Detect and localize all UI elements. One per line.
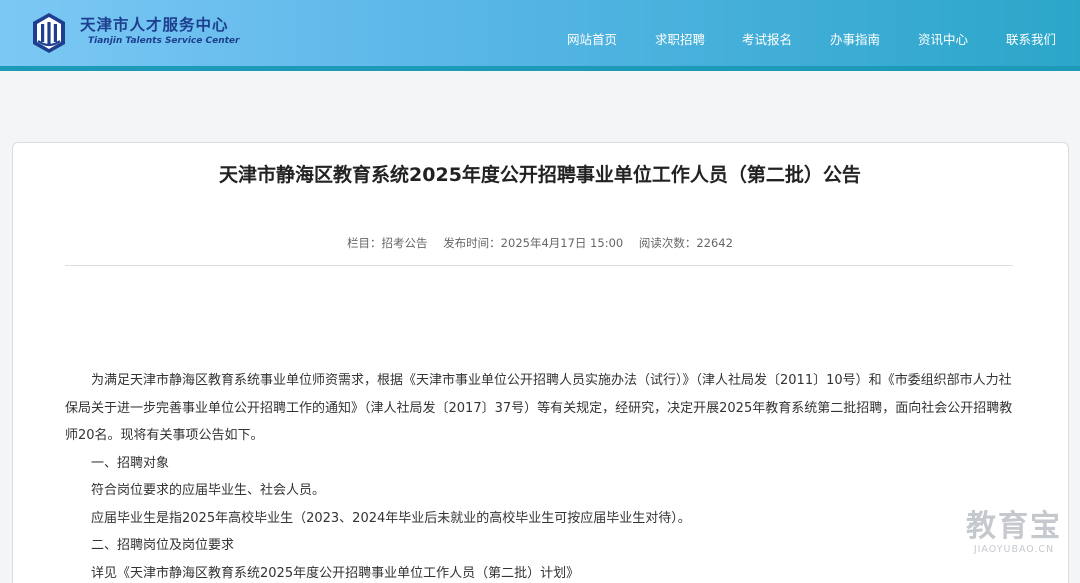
nav-contact-us[interactable]: 联系我们	[1006, 29, 1056, 48]
watermark-cn: 教育宝	[966, 509, 1062, 544]
article-body: 为满足天津市静海区教育系统事业单位师资需求，根据《天津市事业单位公开招聘人员实施…	[65, 367, 1013, 583]
article-category: 栏目：招考公告	[347, 236, 428, 250]
nav-job-recruitment[interactable]: 求职招聘	[655, 29, 705, 48]
article-section-heading: 二、招聘岗位及岗位要求	[91, 538, 235, 553]
nav-news-center[interactable]: 资讯中心	[918, 29, 968, 48]
article-paragraph: 符合岗位要求的应届毕业生、社会人员。	[91, 483, 326, 498]
article-paragraph: 应届毕业生是指2025年高校毕业生（2023、2024年毕业后未就业的高校毕业生…	[91, 510, 691, 526]
title-divider	[65, 265, 1013, 266]
article-publish-time: 发布时间：2025年4月17日 15:00	[443, 236, 624, 250]
article-meta: 栏目：招考公告 发布时间：2025年4月17日 15:00 阅读次数：22642	[0, 235, 1080, 251]
article-paragraph: 为满足天津市静海区教育系统事业单位师资需求，根据《天津市事业单位公开招聘人员实施…	[65, 373, 1013, 443]
article-title: 天津市静海区教育系统2025年度公开招聘事业单位工作人员（第二批）公告	[219, 164, 861, 186]
nav-exam-registration[interactable]: 考试报名	[742, 29, 792, 48]
watermark-en: JIAOYUBAO.CN	[973, 544, 1055, 555]
article-paragraph: 详见《天津市静海区教育系统2025年度公开招聘事业单位工作人员（第二批）计划》	[91, 565, 580, 581]
watermark: 教育宝 JIAOYUBAO.CN	[966, 509, 1062, 556]
brand-name: 天津市人才服务中心	[80, 16, 229, 34]
header-accent-bar	[0, 66, 1080, 71]
article-view-count: 阅读次数：22642	[638, 236, 733, 250]
brand-name-english: Tianjin Talents Service Center	[88, 36, 240, 46]
tianjin-talents-logo-icon[interactable]	[27, 11, 71, 55]
nav-home[interactable]: 网站首页	[567, 29, 617, 48]
article-section-heading: 一、招聘对象	[91, 455, 170, 471]
nav-service-guide[interactable]: 办事指南	[830, 29, 880, 48]
